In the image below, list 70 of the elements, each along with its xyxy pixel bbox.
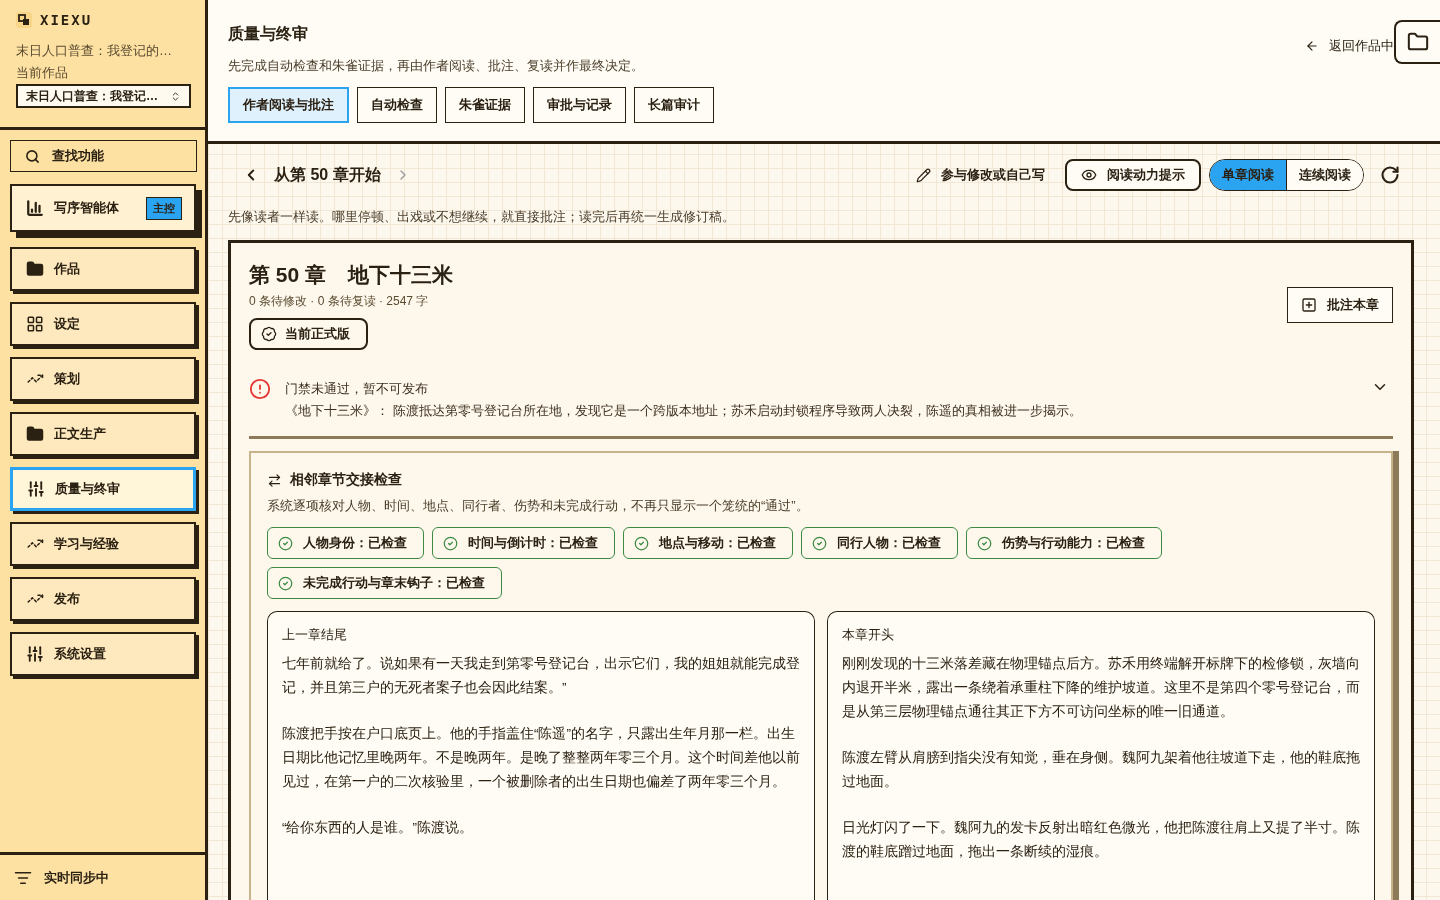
alert-body: 《地下十三米》： 陈渡抵达第零号登记台所在地，发现它是一个跨版本地址；苏禾启动封锁程序导致两人决裂，陈遥的真相被进一步揭示。	[285, 402, 1083, 420]
logo-icon	[16, 12, 32, 28]
check-chip: 未完成行动与章末钩子：已检查	[267, 567, 502, 599]
badge: 主控	[146, 196, 182, 220]
refresh-icon[interactable]	[1380, 165, 1400, 185]
check-chip: 人物身份：已检查	[267, 527, 424, 559]
badge-check-icon	[261, 326, 277, 342]
excerpt-paragraph: 陈渡左臂从肩膀到指尖没有知觉，垂在身侧。魏阿九架着他往坡道下走，他的鞋底拖过地面。	[842, 749, 1360, 791]
folder-button[interactable]	[1394, 20, 1440, 64]
folder-icon	[26, 260, 44, 278]
project-select[interactable]: 末日人口普查：我登记…	[16, 84, 191, 108]
alert-title: 门禁未通过，暂不可发布	[285, 380, 429, 398]
annotate-button[interactable]: 批注本章	[1287, 287, 1393, 323]
tab[interactable]: 长篇审计	[634, 87, 714, 123]
sync-status: 实时同步中	[44, 868, 109, 887]
nav-item[interactable]: 质量与终审	[10, 467, 196, 511]
panel-title: 相邻章节交接检查	[290, 471, 402, 489]
project-title: 末日人口普查：我登记的…	[16, 42, 173, 60]
excerpt-heading: 上一章结尾	[282, 626, 348, 644]
sliders-icon	[26, 645, 44, 663]
back-link[interactable]: 返回作品中	[1305, 37, 1394, 55]
search-button[interactable]: 查找功能	[10, 140, 197, 172]
panel-description: 系统逐项核对人物、时间、地点、同行者、伤势和未完成行动，不再只显示一个笼统的“通过”。	[267, 497, 810, 515]
folder-icon	[26, 425, 44, 443]
mode-toggle[interactable]: 连续阅读	[1287, 160, 1363, 190]
nav-item[interactable]: 学习与经验	[10, 522, 196, 566]
check-chip: 地点与移动：已检查	[623, 527, 793, 559]
add-note-icon	[1301, 297, 1317, 313]
nav-item[interactable]: 正文生产	[10, 412, 196, 456]
logo-text: XIEXU	[40, 12, 93, 28]
chapter-number: 第 50 章	[249, 262, 327, 288]
sliders-icon	[27, 480, 45, 498]
excerpt-paragraph: “给你东西的人是谁。”陈渡说。	[282, 819, 474, 837]
check-chip: 同行人物：已检查	[801, 527, 958, 559]
tab[interactable]: 作者阅读与批注	[228, 87, 349, 123]
reading-hint: 先像读者一样读。哪里停顿、出戏或不想继续，就直接批注；读完后再统一生成修订稿。	[228, 208, 736, 226]
hint-toggle[interactable]: 阅读动力提示	[1065, 159, 1201, 191]
excerpt-paragraph: 日光灯闪了一下。魏阿九的发卡反射出暗红色微光，他把陈渡往肩上又提了半寸。陈渡的鞋底蹭过地面，拖出一条断续的湿痕。	[842, 819, 1360, 861]
page-title: 质量与终审	[228, 24, 309, 44]
tab[interactable]: 自动检查	[357, 87, 437, 123]
chapter-meta: 0 条待修改 · 0 条待复读 · 2547 字	[249, 293, 430, 310]
chapter-title: 地下十三米	[348, 262, 454, 288]
chevron-icon	[170, 90, 181, 102]
check-chip: 伤势与行动能力：已检查	[966, 527, 1162, 559]
excerpt-paragraph: 刚刚发现的十三米落差藏在物理锚点后方。苏禾用终端解开标牌下的检修锁，灰墙向内退开半米，露出一条绕着承重柱下降的维护坡道。这里不是第四个零号登记台，而是从第三层物理锚点通往其正下方不可访问坐标的唯一旧通道。	[842, 655, 1360, 721]
swap-icon	[267, 472, 282, 488]
excerpt-paragraph: 七年前就给了。说如果有一天我走到第零号登记台，出示它们，我的姐姐就能完成登记，并且第三户的无死者案子也会因此结案。”	[282, 655, 800, 697]
folder-icon	[1407, 31, 1429, 53]
check-chip: 时间与倒计时：已检查	[432, 527, 615, 559]
chapter-nav-label: 从第 50 章开始	[274, 164, 381, 185]
excerpt-heading: 本章开头	[842, 626, 895, 644]
nav-item[interactable]: 设定	[10, 302, 196, 346]
tab[interactable]: 审批与记录	[533, 87, 626, 123]
nav-item[interactable]: 发布	[10, 577, 196, 621]
eye-icon	[1081, 167, 1097, 183]
version-badge: 当前正式版	[249, 318, 368, 350]
pencil-icon	[916, 167, 931, 183]
mode-toggle[interactable]: 单章阅读	[1210, 160, 1287, 190]
nav-item[interactable]: 策划	[10, 357, 196, 401]
excerpt-paragraph: 陈渡把手按在户口底页上。他的手指盖住“陈遥”的名字，只露出生年月那一栏。出生日期比他记忆里晚两年。不是晚两年。是晚了整整两年零三个月。这个时间差他以前见过，在第一户的二次核验里，一个被删除者的出生日期也偏差了两年零三个月。	[282, 725, 800, 791]
edit-button[interactable]: 参与修改或自己写	[916, 166, 1045, 184]
nav-item[interactable]: 系统设置	[10, 632, 196, 676]
tab[interactable]: 朱雀证据	[445, 87, 525, 123]
search-icon	[25, 148, 40, 164]
alert-icon	[249, 378, 271, 400]
nav-item[interactable]: 作品	[10, 247, 196, 291]
current-work-label: 当前作品	[16, 64, 69, 82]
bar-chart-icon	[26, 199, 44, 217]
grid-icon	[26, 315, 44, 333]
page-subtitle: 先完成自动检查和朱雀证据，再由作者阅读、批注、复读并作最终决定。	[228, 57, 645, 75]
